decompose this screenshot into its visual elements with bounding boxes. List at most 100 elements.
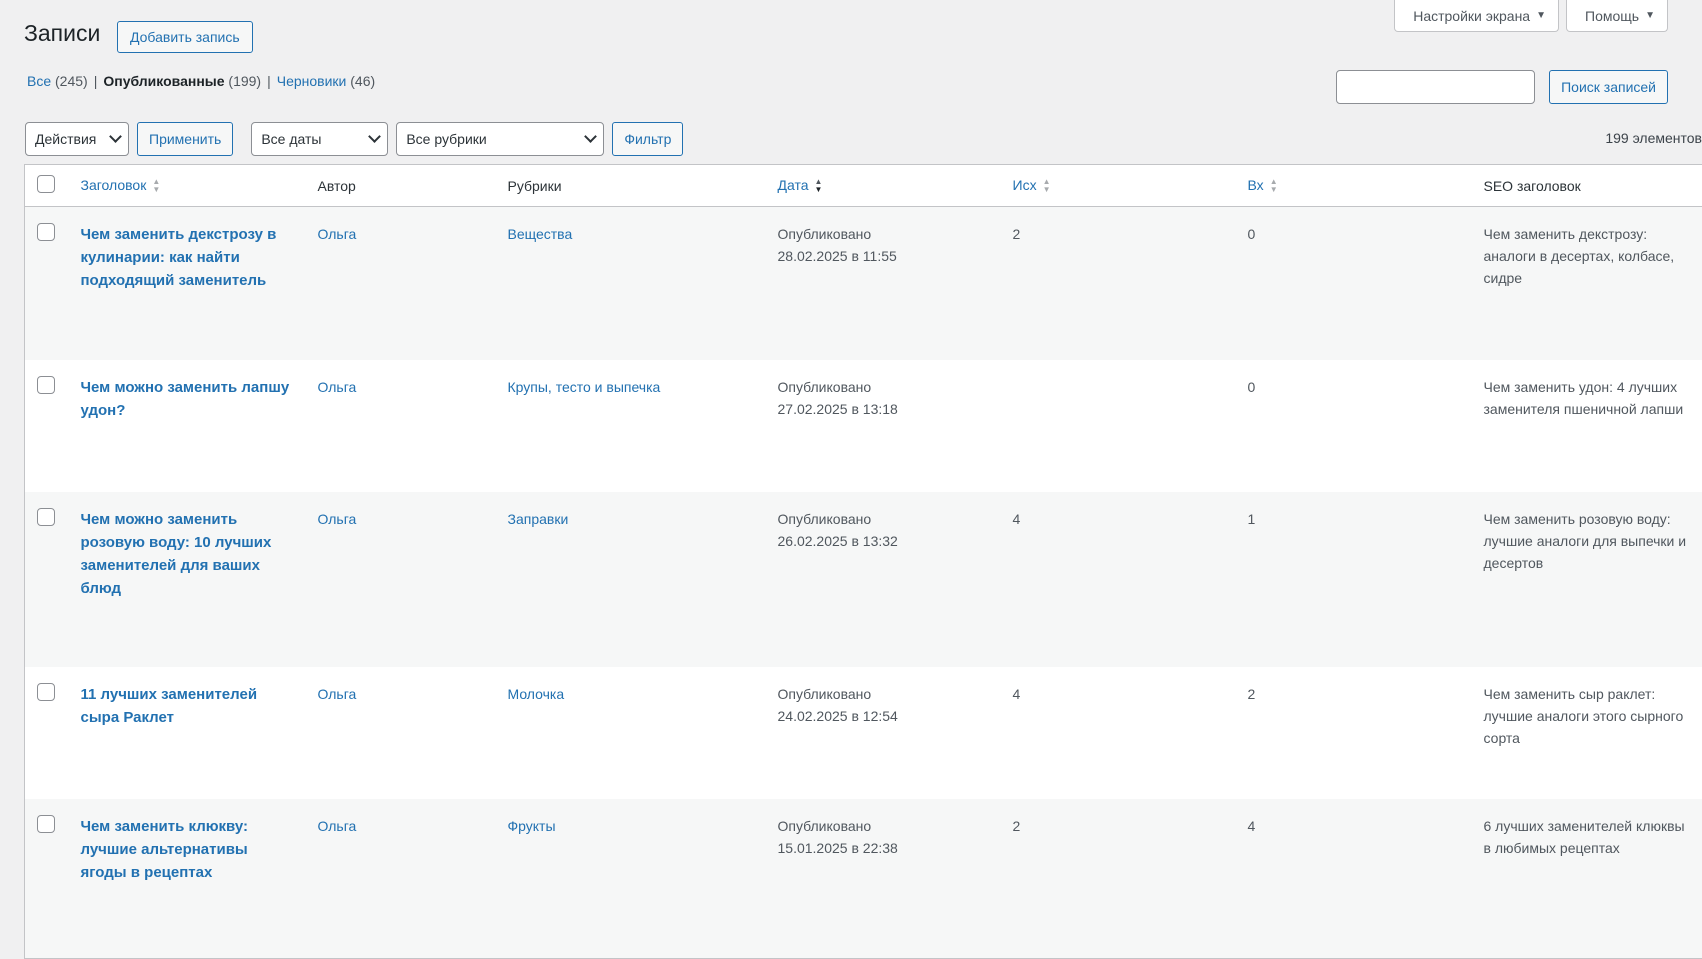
column-date[interactable]: Дата ▲▼: [768, 165, 1003, 207]
search-input[interactable]: [1336, 70, 1535, 104]
row-checkbox[interactable]: [37, 376, 55, 394]
column-title[interactable]: Заголовок ▲▼: [71, 165, 308, 207]
search-posts-button[interactable]: Поиск записей: [1549, 70, 1668, 104]
column-seo-title-label: SEO заголовок: [1484, 178, 1581, 194]
post-status: Опубликовано: [778, 683, 993, 705]
screen-options-button[interactable]: Настройки экрана ▼: [1394, 0, 1559, 32]
page-title: Записи: [24, 20, 100, 47]
post-category-link[interactable]: Крупы, тесто и выпечка: [508, 379, 661, 395]
post-status: Опубликовано: [778, 815, 993, 837]
table-row: Чем можно заменить розовую воду: 10 лучш…: [25, 492, 1702, 667]
triangle-down-icon: ▼: [1645, 10, 1655, 21]
post-status-views: Все (245) | Опубликованные (199) | Черно…: [27, 73, 375, 89]
column-author: Автор: [308, 165, 498, 207]
row-checkbox[interactable]: [37, 683, 55, 701]
table-row: Чем можно заменить лапшу удон? Ольга Кру…: [25, 360, 1702, 492]
add-new-post-button[interactable]: Добавить запись: [117, 21, 253, 53]
post-author-link[interactable]: Ольга: [318, 226, 357, 242]
column-title-label[interactable]: Заголовок: [81, 177, 147, 193]
chevron-down-icon: [368, 130, 381, 143]
table-row: 11 лучших заменителей сыра Раклет Ольга …: [25, 667, 1702, 799]
categories-filter-value: Все рубрики: [406, 131, 486, 147]
post-incoming-count: 1: [1238, 492, 1474, 667]
post-title-link[interactable]: Чем заменить декстрозу в кулинарии: как …: [81, 226, 277, 289]
column-categories: Рубрики: [498, 165, 768, 207]
tablenav-top: Действия Применить Все даты Все рубрики …: [25, 122, 683, 156]
table-row: Чем заменить клюкву: лучшие альтернативы…: [25, 799, 1702, 959]
chevron-down-icon: [584, 130, 597, 143]
screen-meta-tabs: Настройки экрана ▼ Помощь ▼: [1394, 0, 1668, 32]
column-incoming[interactable]: Вх ▲▼: [1238, 165, 1474, 207]
apply-button[interactable]: Применить: [137, 122, 233, 156]
post-title-link[interactable]: Чем можно заменить розовую воду: 10 лучш…: [81, 511, 272, 597]
post-status: Опубликовано: [778, 508, 993, 530]
view-all-link[interactable]: Все: [27, 73, 51, 89]
row-checkbox[interactable]: [37, 508, 55, 526]
post-seo-title: Чем заменить сыр раклет: лучшие аналоги …: [1474, 667, 1702, 799]
post-date: 15.01.2025 в 22:38: [778, 837, 993, 859]
dates-filter-select[interactable]: Все даты: [251, 122, 388, 156]
sort-icon: ▲▼: [152, 178, 160, 194]
post-outgoing-count: 2: [1003, 799, 1238, 959]
screen-options-label: Настройки экрана: [1413, 8, 1530, 24]
sort-icon: ▲▼: [1043, 178, 1051, 194]
bulk-actions-select[interactable]: Действия: [25, 122, 129, 156]
bulk-actions-value: Действия: [35, 131, 96, 147]
post-author-link[interactable]: Ольга: [318, 511, 357, 527]
triangle-down-icon: ▼: [1536, 10, 1546, 21]
post-outgoing-count: [1003, 360, 1238, 492]
post-category-link[interactable]: Фрукты: [508, 818, 556, 834]
column-outgoing[interactable]: Исх ▲▼: [1003, 165, 1238, 207]
column-incoming-label[interactable]: Вх: [1248, 177, 1264, 193]
view-all-count: (245): [55, 73, 88, 89]
column-date-label[interactable]: Дата: [778, 177, 809, 193]
header-checkbox-cell: [25, 165, 71, 207]
help-label: Помощь: [1585, 8, 1639, 24]
row-checkbox[interactable]: [37, 223, 55, 241]
help-button[interactable]: Помощь ▼: [1566, 0, 1668, 32]
post-date: 28.02.2025 в 11:55: [778, 245, 993, 267]
row-checkbox[interactable]: [37, 815, 55, 833]
post-title-link[interactable]: 11 лучших заменителей сыра Раклет: [81, 686, 258, 726]
column-outgoing-label[interactable]: Исх: [1013, 177, 1037, 193]
post-incoming-count: 4: [1238, 799, 1474, 959]
post-title-link[interactable]: Чем можно заменить лапшу удон?: [81, 379, 290, 419]
items-count: 199 элементов: [1605, 130, 1702, 146]
column-categories-label: Рубрики: [508, 178, 562, 194]
separator: |: [94, 73, 98, 89]
categories-filter-select[interactable]: Все рубрики: [396, 122, 604, 156]
view-published-link[interactable]: Опубликованные: [103, 73, 224, 89]
sort-icon: ▲▼: [1270, 178, 1278, 194]
sort-desc-icon: ▲▼: [815, 178, 823, 194]
post-seo-title: 6 лучших заменителей клюквы в любимых ре…: [1474, 799, 1702, 959]
post-category-link[interactable]: Заправки: [508, 511, 569, 527]
chevron-down-icon: [109, 130, 122, 143]
post-date: 27.02.2025 в 13:18: [778, 398, 993, 420]
view-drafts-count: (46): [350, 73, 375, 89]
search-box: Поиск записей: [1336, 70, 1668, 104]
column-author-label: Автор: [318, 178, 356, 194]
post-seo-title: Чем заменить удон: 4 лучших заменителя п…: [1474, 360, 1702, 492]
filter-button[interactable]: Фильтр: [612, 122, 683, 156]
separator: |: [267, 73, 271, 89]
post-outgoing-count: 2: [1003, 207, 1238, 360]
post-title-link[interactable]: Чем заменить клюкву: лучшие альтернативы…: [81, 818, 249, 881]
post-category-link[interactable]: Молочка: [508, 686, 565, 702]
post-category-link[interactable]: Вещества: [508, 226, 573, 242]
select-all-checkbox[interactable]: [37, 175, 55, 193]
post-author-link[interactable]: Ольга: [318, 686, 357, 702]
table-row: Чем заменить декстрозу в кулинарии: как …: [25, 207, 1702, 360]
dates-filter-value: Все даты: [261, 131, 321, 147]
post-author-link[interactable]: Ольга: [318, 818, 357, 834]
post-status: Опубликовано: [778, 376, 993, 398]
post-seo-title: Чем заменить розовую воду: лучшие аналог…: [1474, 492, 1702, 667]
post-incoming-count: 0: [1238, 207, 1474, 360]
view-published-count: (199): [228, 73, 261, 89]
post-date: 26.02.2025 в 13:32: [778, 530, 993, 552]
post-incoming-count: 0: [1238, 360, 1474, 492]
post-incoming-count: 2: [1238, 667, 1474, 799]
post-author-link[interactable]: Ольга: [318, 379, 357, 395]
view-drafts-link[interactable]: Черновики: [277, 73, 347, 89]
post-date: 24.02.2025 в 12:54: [778, 705, 993, 727]
column-seo-title: SEO заголовок: [1474, 165, 1702, 207]
